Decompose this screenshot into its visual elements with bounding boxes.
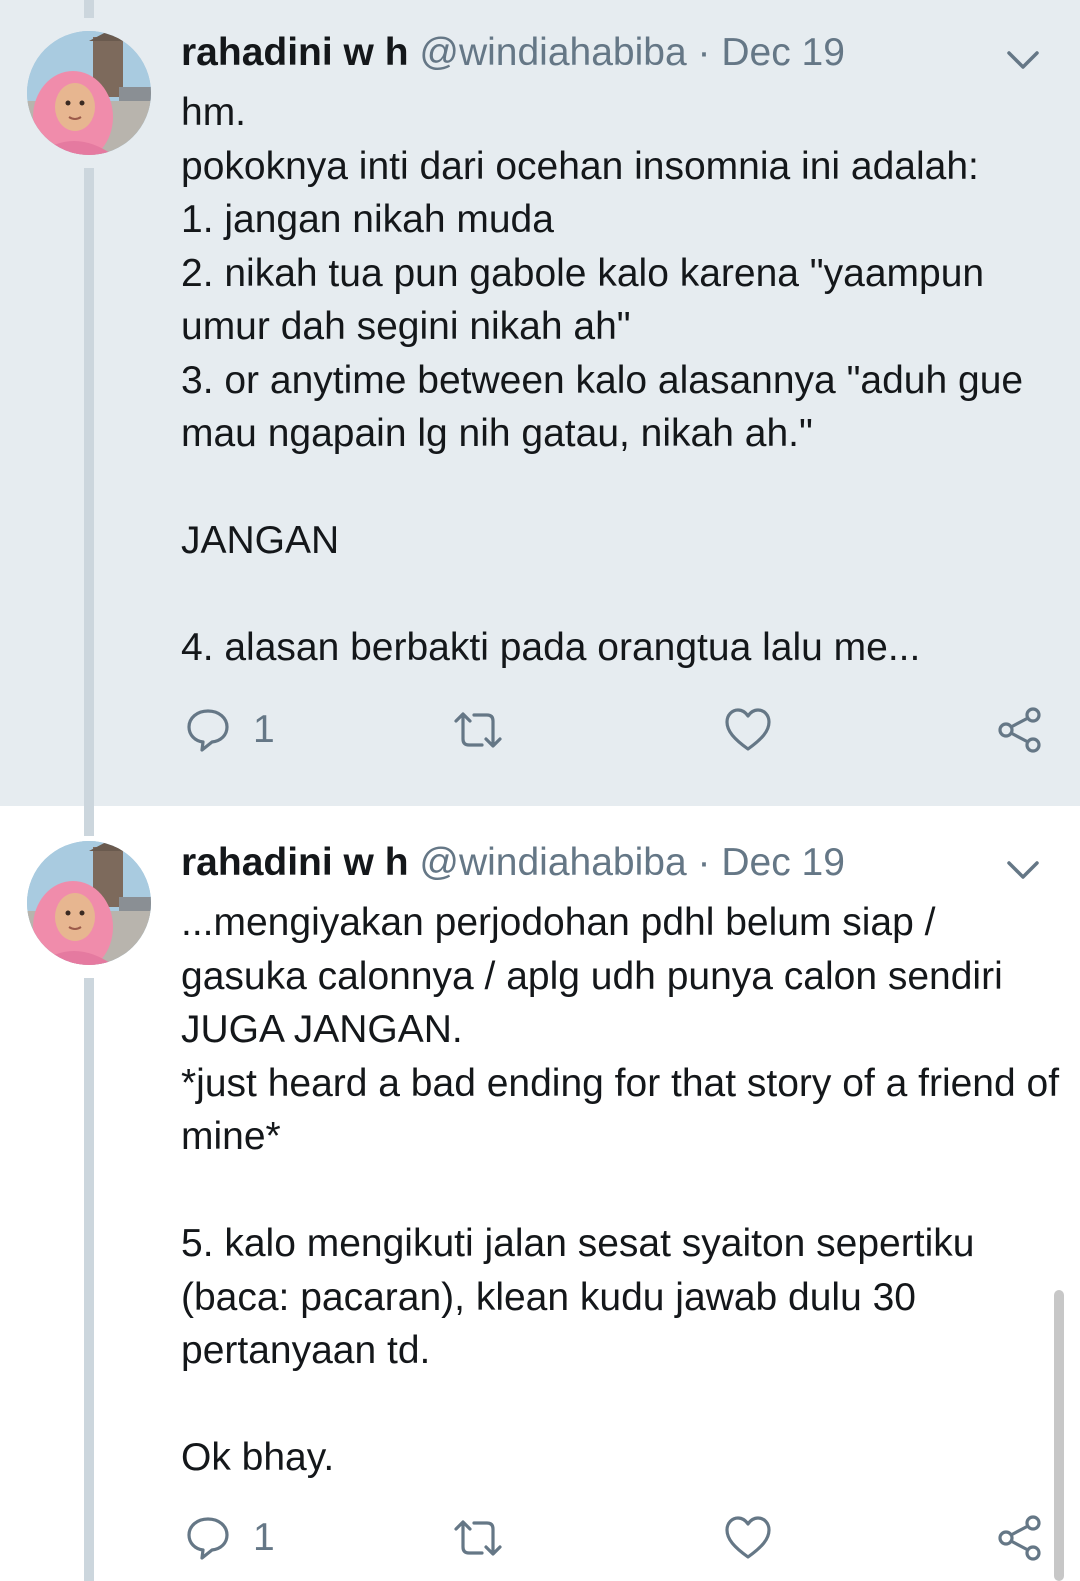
tweet-text: hm. pokoknya inti dari ocehan insomnia i… (181, 91, 1024, 669)
share-button[interactable] (996, 700, 1044, 760)
tweet-date[interactable]: Dec 19 (721, 841, 845, 884)
thread-line (84, 978, 94, 1581)
retweet-icon (452, 1515, 504, 1561)
heart-icon (724, 1515, 772, 1561)
like-button[interactable] (724, 1508, 772, 1568)
tweet-2[interactable]: rahadini w h @windiahabiba · Dec 19 ...m… (0, 806, 1080, 1581)
reply-button[interactable]: 1 (185, 700, 275, 760)
chevron-down-icon[interactable] (1003, 40, 1043, 80)
like-button[interactable] (724, 700, 772, 760)
reply-icon (185, 707, 231, 753)
thread-line (84, 168, 94, 806)
avatar[interactable] (27, 31, 151, 155)
avatar[interactable] (27, 841, 151, 965)
reply-count: 1 (253, 708, 275, 751)
display-name[interactable]: rahadini w h (181, 31, 409, 74)
heart-icon (724, 707, 772, 753)
share-button[interactable] (996, 1508, 1044, 1568)
tweet-header: rahadini w h @windiahabiba · Dec 19 (181, 838, 845, 888)
tweet-header: rahadini w h @windiahabiba · Dec 19 (181, 28, 845, 78)
reply-button[interactable]: 1 (185, 1508, 275, 1568)
reply-icon (185, 1515, 231, 1561)
share-icon (996, 706, 1044, 754)
user-handle[interactable]: @windiahabiba (419, 31, 686, 74)
scrollbar[interactable] (1054, 1290, 1064, 1581)
header-separator: · (697, 31, 711, 74)
tweet-date[interactable]: Dec 19 (721, 31, 845, 74)
chevron-down-icon[interactable] (1003, 850, 1043, 890)
header-separator: · (697, 841, 711, 884)
share-icon (996, 1514, 1044, 1562)
tweet-text: ...mengiyakan perjodohan pdhl belum siap… (181, 901, 1060, 1479)
retweet-button[interactable] (452, 700, 504, 760)
reply-count: 1 (253, 1516, 275, 1559)
retweet-button[interactable] (452, 1508, 504, 1568)
tweet-1[interactable]: rahadini w h @windiahabiba · Dec 19 hm. … (0, 0, 1080, 806)
thread-line-top (84, 806, 94, 836)
retweet-icon (452, 707, 504, 753)
display-name[interactable]: rahadini w h (181, 841, 409, 884)
user-handle[interactable]: @windiahabiba (419, 841, 686, 884)
thread-line-top (84, 0, 94, 18)
